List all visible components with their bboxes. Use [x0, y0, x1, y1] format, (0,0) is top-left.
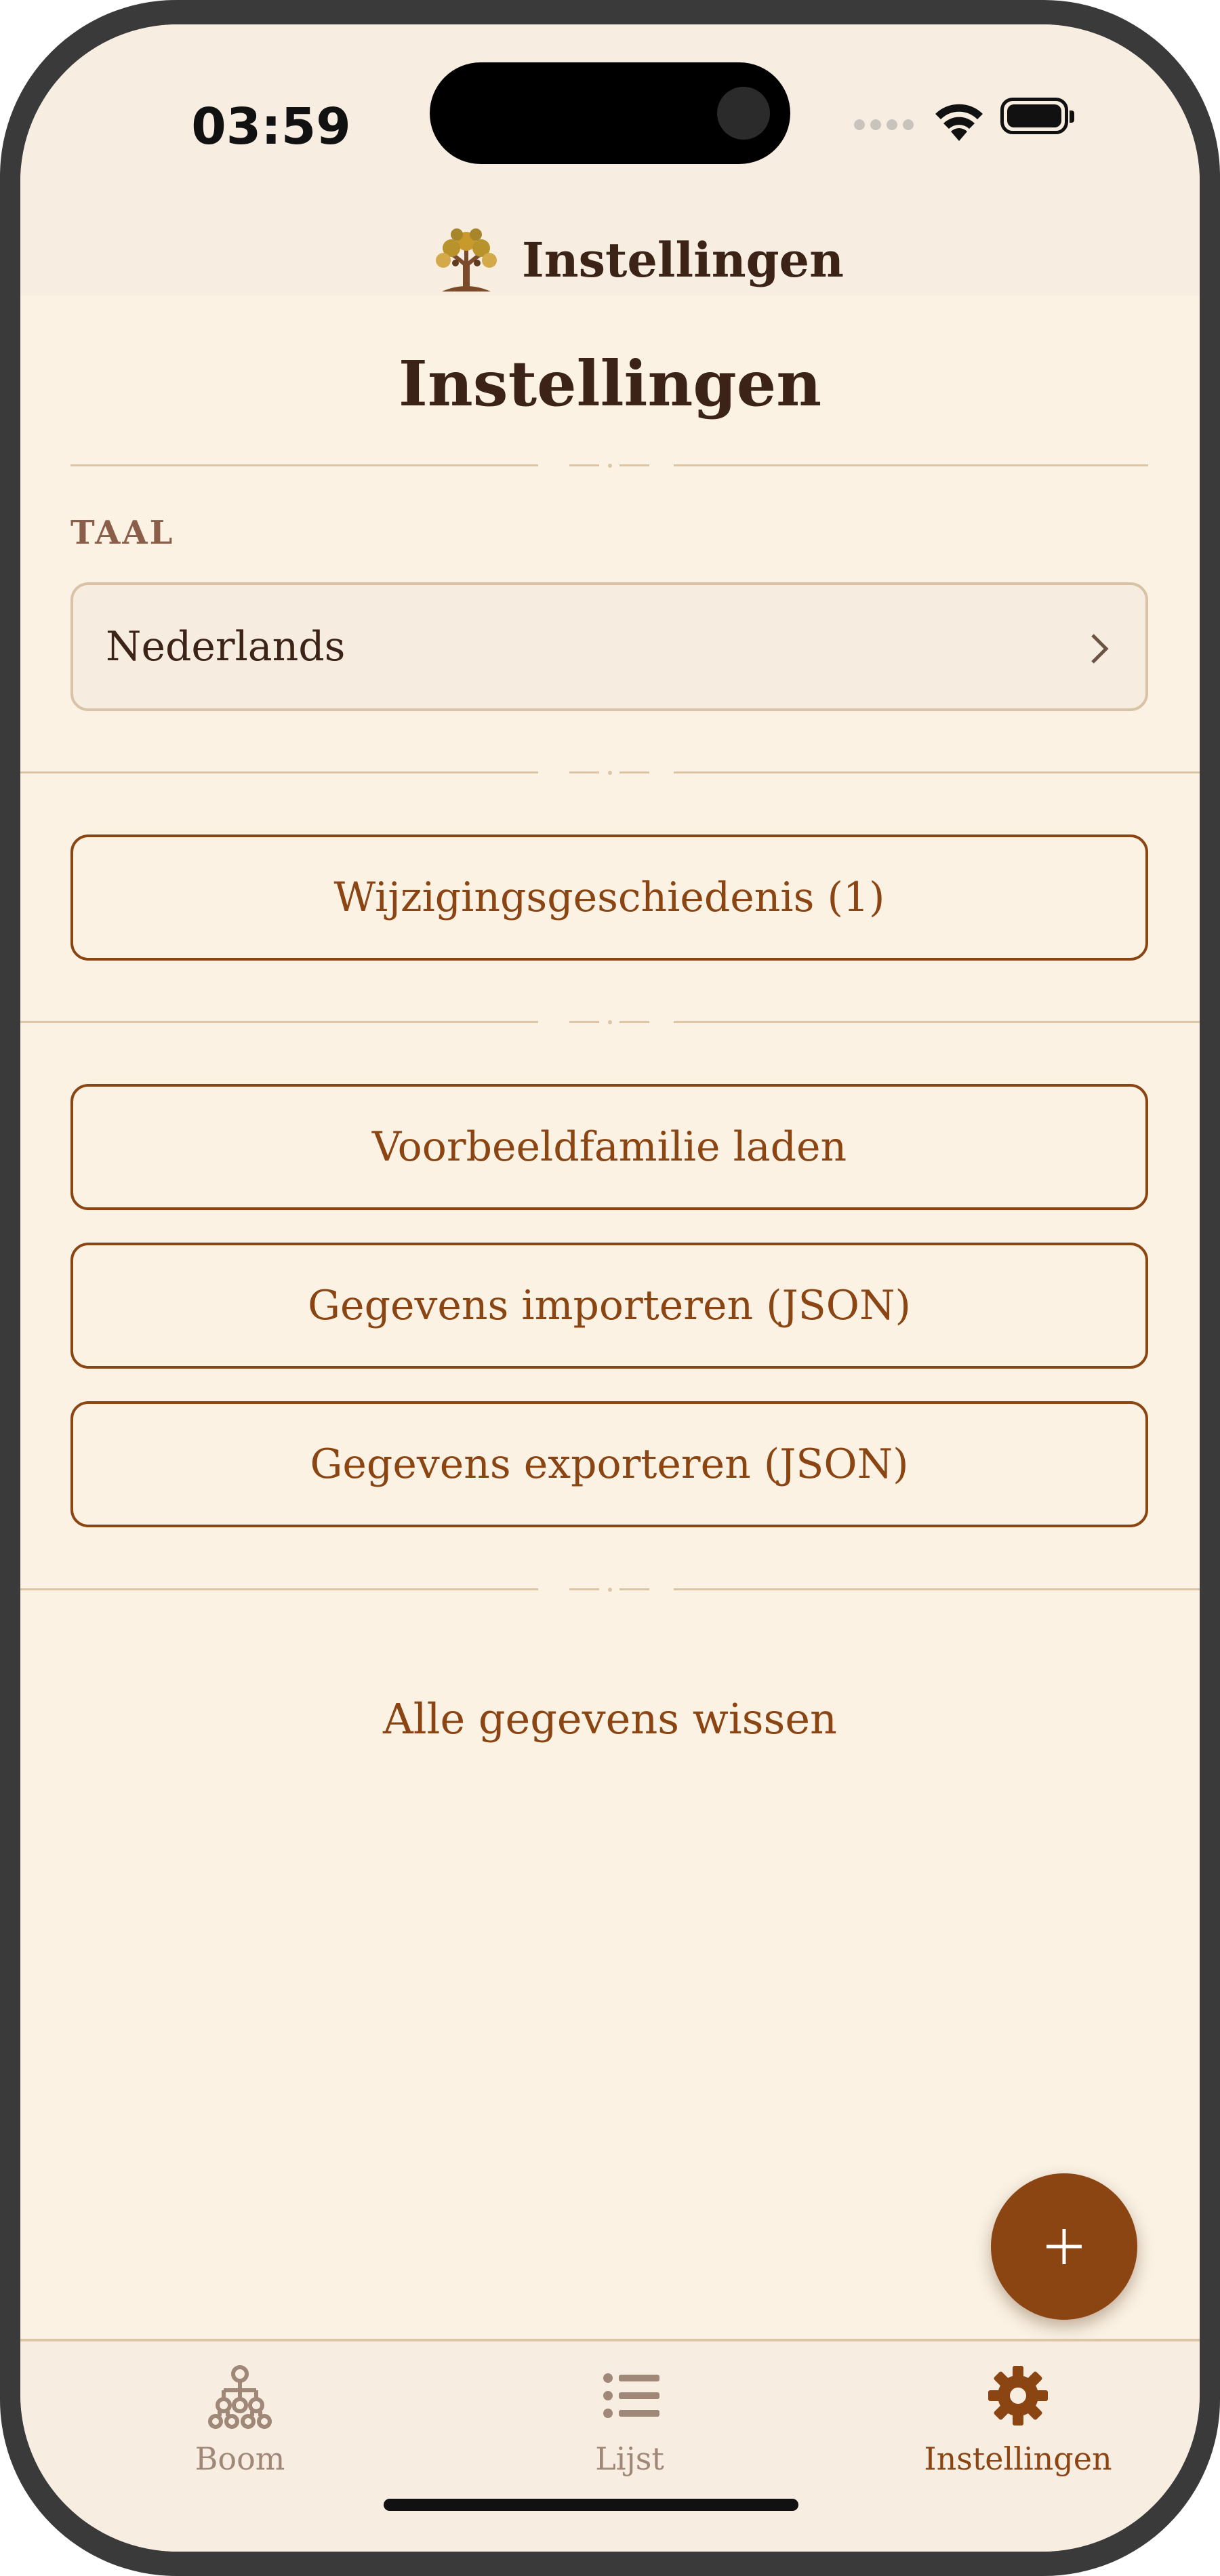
tab-bar: Boom Lijst Instellingen [20, 2339, 1200, 2552]
tab-instellingen[interactable]: Instellingen [882, 2341, 1154, 2518]
language-select[interactable]: Nederlands [70, 582, 1148, 711]
ornamental-divider [20, 765, 1200, 779]
gear-icon [988, 2366, 1048, 2426]
screen: 03:59 Instellingen Instellingen TAAL Ned… [20, 24, 1200, 2552]
dynamic-island [430, 62, 790, 164]
header-title: Instellingen [522, 232, 844, 288]
tab-label: Instellingen [924, 2440, 1112, 2477]
ornamental-divider [20, 1582, 1200, 1596]
home-indicator [384, 2499, 798, 2511]
app-header: Instellingen [20, 194, 1200, 302]
phone-frame: 03:59 Instellingen Instellingen TAAL Ned… [0, 0, 1220, 2576]
tab-boom[interactable]: Boom [104, 2341, 375, 2518]
ornamental-divider [20, 1015, 1200, 1028]
language-value: Nederlands [106, 623, 346, 670]
status-time: 03:59 [191, 98, 351, 156]
tree-logo-icon [436, 228, 497, 291]
tab-lijst[interactable]: Lijst [494, 2341, 765, 2518]
load-example-family-button[interactable]: Voorbeeldfamilie laden [70, 1084, 1148, 1210]
battery-icon [1000, 98, 1074, 134]
wifi-icon [935, 104, 983, 141]
tab-label: Boom [195, 2440, 285, 2477]
camera-icon [717, 87, 770, 140]
plus-icon [1046, 2229, 1082, 2264]
export-json-button[interactable]: Gegevens exporteren (JSON) [70, 1401, 1148, 1527]
page-title: Instellingen [398, 347, 822, 420]
ornamental-divider [20, 458, 1200, 472]
clear-all-data-button[interactable]: Alle gegevens wissen [20, 1678, 1200, 1760]
add-person-button[interactable] [991, 2173, 1137, 2320]
tab-label: Lijst [595, 2440, 664, 2477]
history-button[interactable]: Wijzigingsgeschiedenis (1) [70, 834, 1148, 961]
list-icon [603, 2373, 659, 2418]
import-json-button[interactable]: Gegevens importeren (JSON) [70, 1243, 1148, 1369]
language-section-label: TAAL [70, 514, 175, 552]
chevron-right-icon [1091, 634, 1109, 664]
family-tree-icon [208, 2365, 272, 2429]
